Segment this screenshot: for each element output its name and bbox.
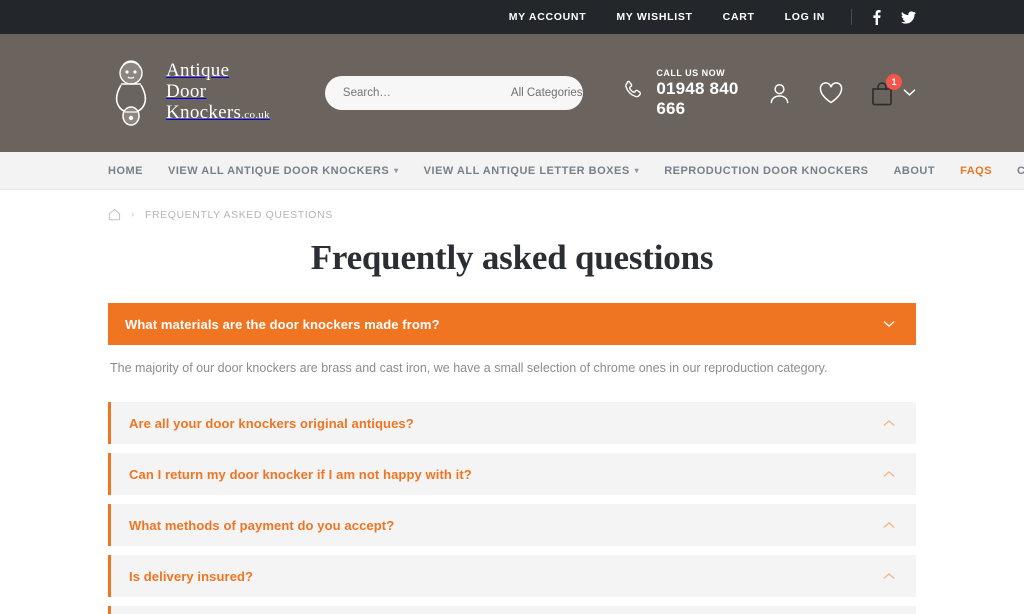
faq-item: Can I return my door knocker if I am not…	[108, 453, 916, 495]
user-icon[interactable]	[767, 81, 792, 106]
faq-answer: The majority of our door knockers are br…	[110, 361, 828, 375]
breadcrumb-current: FREQUENTLY ASKED QUESTIONS	[144, 208, 333, 221]
faq-question: What materials are the door knockers mad…	[125, 316, 440, 332]
nav-label: HOME	[108, 164, 143, 177]
site-logo[interactable]: Antique Door Knockers.co.uk	[108, 58, 270, 128]
logo-tld: .co.uk	[241, 109, 270, 121]
chevron-up-icon[interactable]	[882, 518, 896, 532]
faq-accordion: What materials are the door knockers mad…	[108, 303, 916, 614]
faq-header-closed[interactable]: Can I return my door knocker if I am not…	[108, 453, 916, 495]
faq-header-closed[interactable]: What methods of payment do you accept?	[108, 504, 916, 546]
logo-line-3: Knockers	[166, 102, 242, 123]
phone-number: 01948 840 666	[656, 78, 739, 118]
faq-item: Do you deliver overseas?	[108, 606, 916, 614]
call-us-text: CALL US NOW 01948 840 666	[656, 68, 767, 119]
nav-label: CONTACT US	[1017, 164, 1024, 177]
call-us-label: CALL US NOW	[656, 67, 726, 78]
topbar-divider	[851, 9, 852, 25]
nav-label: ABOUT	[893, 164, 936, 177]
cart-widget[interactable]: 1	[870, 73, 916, 106]
faq-header-open[interactable]: What materials are the door knockers mad…	[108, 303, 916, 345]
search-submit-button[interactable]	[582, 76, 584, 110]
phone-icon	[621, 79, 645, 108]
faq-item: What methods of payment do you accept?	[108, 504, 916, 546]
chevron-down-icon[interactable]	[882, 317, 896, 331]
cart-count-badge: 1	[886, 73, 902, 90]
facebook-icon[interactable]	[872, 9, 881, 25]
search-input[interactable]	[324, 87, 497, 99]
faq-question: Can I return my door knocker if I am not…	[129, 466, 472, 482]
nav-label: FAQS	[960, 164, 993, 177]
twitter-icon[interactable]	[901, 10, 916, 24]
topbar-link-my-wishlist[interactable]: MY WISHLIST	[616, 11, 692, 23]
nav-item-home[interactable]: HOME	[108, 165, 143, 177]
nav-item-about[interactable]: ABOUT	[893, 165, 935, 177]
faq-header-closed[interactable]: Is delivery insured?	[108, 555, 916, 597]
faq-item: What materials are the door knockers mad…	[108, 303, 916, 393]
search-category-select[interactable]: All Categories	[497, 87, 583, 99]
logo-line-1: Antique	[166, 60, 230, 81]
nav-item-faqs[interactable]: FAQS	[960, 165, 992, 177]
heart-icon[interactable]	[818, 81, 844, 105]
logo-line-2: Door	[166, 81, 207, 102]
chevron-down-icon: ▾	[394, 166, 399, 175]
chevron-up-icon[interactable]	[882, 569, 896, 583]
chevron-down-icon[interactable]	[903, 84, 916, 102]
breadcrumb-separator: ›	[131, 209, 135, 220]
nav-item-view-all-antique-letter-boxes[interactable]: VIEW ALL ANTIQUE LETTER BOXES ▾	[424, 165, 640, 177]
topbar-link-log-in[interactable]: LOG IN	[785, 11, 825, 23]
call-us-block[interactable]: CALL US NOW 01948 840 666	[621, 68, 767, 119]
faq-header-closed[interactable]: Are all your door knockers original anti…	[108, 402, 916, 444]
lion-door-knocker-icon	[108, 58, 154, 128]
site-header: Antique Door Knockers.co.uk All Categori…	[0, 34, 1024, 152]
breadcrumb: › FREQUENTLY ASKED QUESTIONS	[0, 190, 1024, 221]
nav-item-view-all-antique-door-knockers[interactable]: VIEW ALL ANTIQUE DOOR KNOCKERS ▾	[168, 165, 399, 177]
topbar-link-cart[interactable]: CART	[723, 11, 755, 23]
chevron-up-icon[interactable]	[882, 416, 896, 430]
nav-label: REPRODUCTION DOOR KNOCKERS	[664, 164, 869, 177]
home-icon[interactable]	[108, 208, 121, 221]
chevron-up-icon[interactable]	[882, 467, 896, 481]
faq-item: Is delivery insured?	[108, 555, 916, 597]
nav-label: VIEW ALL ANTIQUE DOOR KNOCKERS	[168, 164, 390, 177]
topbar-link-my-account[interactable]: MY ACCOUNT	[509, 11, 587, 23]
nav-label: VIEW ALL ANTIQUE LETTER BOXES	[423, 164, 630, 177]
header-icon-group: 1	[767, 73, 916, 106]
faq-header-closed[interactable]: Do you deliver overseas?	[108, 606, 916, 614]
search-bar: All Categories	[324, 76, 584, 110]
chevron-down-icon: ▾	[634, 166, 640, 175]
page-title: Frequently asked questions	[310, 238, 714, 277]
nav-item-reproduction-door-knockers[interactable]: REPRODUCTION DOOR KNOCKERS	[664, 165, 868, 177]
faq-item: Are all your door knockers original anti…	[108, 402, 916, 444]
nav-item-contact-us[interactable]: CONTACT US	[1017, 165, 1024, 177]
faq-question: What methods of payment do you accept?	[129, 517, 395, 533]
main-navigation: HOME VIEW ALL ANTIQUE DOOR KNOCKERS ▾ VI…	[0, 152, 1024, 190]
shopping-bag-icon[interactable]: 1	[870, 73, 902, 106]
site-logo-text: Antique Door Knockers.co.uk	[166, 60, 270, 126]
faq-question: Are all your door knockers original anti…	[129, 415, 414, 431]
top-utility-bar: MY ACCOUNT MY WISHLIST CART LOG IN	[0, 0, 1024, 34]
faq-question: Is delivery insured?	[129, 568, 254, 584]
